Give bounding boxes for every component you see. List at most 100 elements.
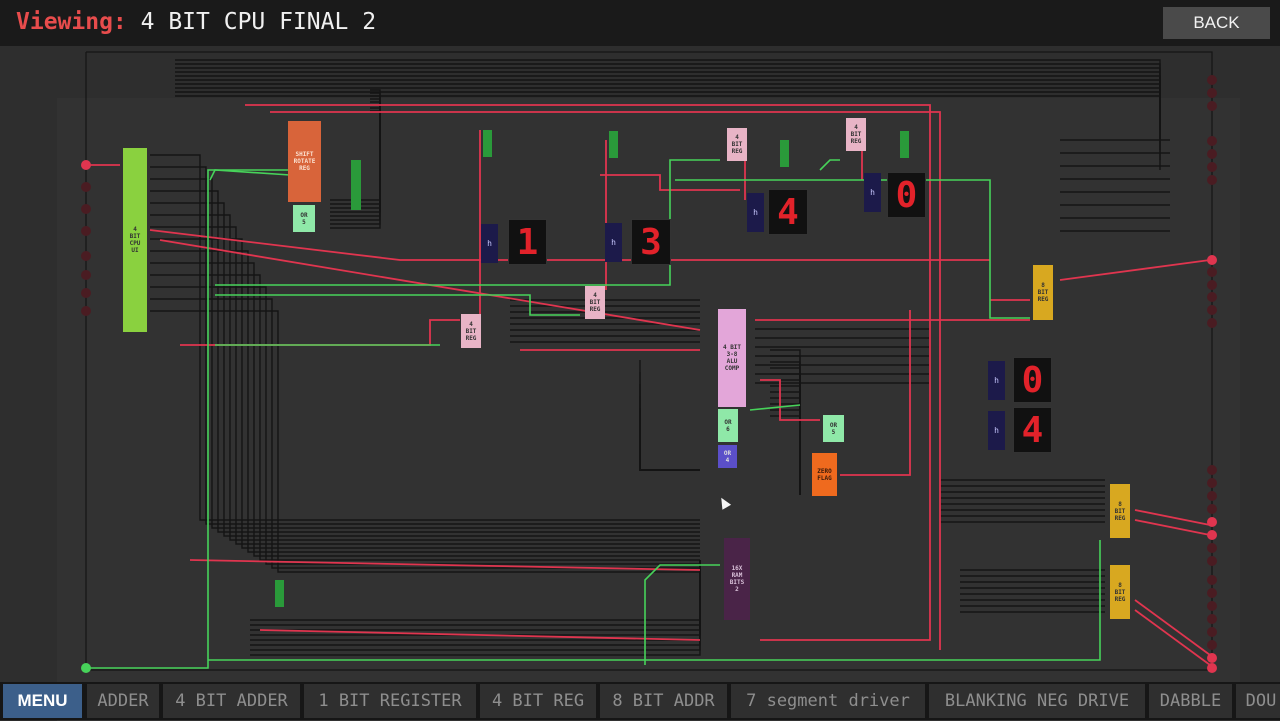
hex-decoder-chip[interactable]: h: [605, 223, 622, 262]
tab-8-bit-addr[interactable]: 8 BIT ADDR: [600, 684, 727, 718]
wire: [175, 91, 1161, 160]
splitter-chip[interactable]: [900, 131, 909, 158]
wire: [770, 385, 801, 495]
wire: [250, 560, 701, 636]
menu-tab[interactable]: MENU: [3, 684, 82, 718]
wire: [150, 214, 700, 541]
wire: [1134, 599, 1211, 656]
output-pin: [1207, 255, 1217, 265]
zero-flag-chip[interactable]: ZERO FLAG: [812, 453, 837, 496]
splitter-chip[interactable]: [351, 160, 361, 210]
output-pin: [1207, 653, 1217, 663]
output-pin: [1207, 318, 1217, 328]
wire: [1059, 259, 1211, 281]
circuit-canvas[interactable]: [0, 0, 1280, 682]
output-pin: [1207, 292, 1217, 302]
output-pin: [1207, 101, 1217, 111]
seven-segment-display: 0: [887, 172, 926, 218]
splitter-chip[interactable]: [609, 131, 618, 158]
hex-decoder-chip[interactable]: h: [864, 173, 881, 212]
wire: [209, 169, 291, 181]
wire: [755, 328, 931, 563]
wire: [755, 364, 931, 575]
wire: [770, 361, 801, 495]
hex-decoder-chip[interactable]: h: [988, 411, 1005, 450]
wire: [250, 560, 701, 651]
ram-chip[interactable]: 16X RAM BITS 2: [724, 538, 750, 620]
wire: [840, 310, 911, 476]
output-pin: [1207, 491, 1217, 501]
output-pin: [1207, 136, 1217, 146]
wire: [250, 560, 701, 656]
output-register-chip[interactable]: 8 BIT REG: [1033, 265, 1053, 320]
wire: [755, 355, 931, 572]
wire: [755, 337, 931, 566]
wire: [270, 111, 941, 650]
splitter-chip[interactable]: [483, 130, 492, 157]
wire: [639, 360, 700, 471]
wire: [250, 560, 701, 646]
wire: [180, 319, 460, 346]
tab-4-bit-adder[interactable]: 4 BIT ADDER: [163, 684, 300, 718]
tab-dabble[interactable]: DABBLE: [1149, 684, 1232, 718]
output-pin: [1207, 175, 1217, 185]
output-pin: [1207, 465, 1217, 475]
wire: [149, 229, 990, 261]
or6-chip[interactable]: OR 6: [718, 409, 738, 442]
wire: [175, 75, 1161, 120]
wire: [639, 372, 700, 471]
tab-blanking-neg-drive[interactable]: BLANKING NEG DRIVE: [929, 684, 1145, 718]
wire: [770, 379, 801, 495]
tab-dou[interactable]: DOU: [1236, 684, 1280, 718]
right-register-2-chip[interactable]: 8 BIT REG: [1110, 565, 1130, 619]
input-pin: [81, 251, 91, 261]
wire: [175, 95, 1161, 170]
seven-segment-display: 4: [768, 189, 808, 235]
wire: [770, 403, 801, 495]
tab-adder[interactable]: ADDER: [87, 684, 159, 718]
output-pin: [1207, 640, 1217, 650]
tab-7-segment-driver[interactable]: 7 segment driver: [731, 684, 925, 718]
output-pin: [1207, 149, 1217, 159]
register-d-chip[interactable]: 4 BIT REG: [846, 118, 866, 151]
hex-decoder-chip[interactable]: h: [988, 361, 1005, 400]
wire: [639, 384, 700, 471]
output-pin: [1207, 530, 1217, 540]
right-register-1-chip[interactable]: 8 BIT REG: [1110, 484, 1130, 538]
register-c-chip[interactable]: 4 BIT REG: [727, 128, 747, 161]
seven-segment-display: 4: [1013, 407, 1052, 453]
wire: [770, 355, 801, 495]
wire: [175, 87, 1161, 150]
tab-4-bit-reg[interactable]: 4 BIT REG: [480, 684, 596, 718]
clock-pin: [81, 663, 91, 673]
output-pin: [1207, 575, 1217, 585]
wire: [1134, 609, 1211, 666]
wire: [150, 250, 700, 553]
wire: [639, 444, 700, 471]
input-pin: [81, 288, 91, 298]
or5-top-chip[interactable]: OR 5: [293, 205, 315, 232]
hex-decoder-chip[interactable]: h: [481, 224, 498, 263]
output-pin: [1207, 305, 1217, 315]
splitter-chip[interactable]: [275, 580, 284, 607]
wire: [150, 286, 700, 565]
register-a-chip[interactable]: 4 BIT REG: [461, 314, 481, 348]
tab-1-bit-register[interactable]: 1 BIT REGISTER: [304, 684, 476, 718]
hex-decoder-chip[interactable]: h: [747, 193, 764, 232]
splitter-chip[interactable]: [780, 140, 789, 167]
or4-chip[interactable]: OR 4: [718, 445, 737, 468]
output-pin: [1207, 517, 1217, 527]
output-pin: [1207, 162, 1217, 172]
or5-right-chip[interactable]: OR 5: [823, 415, 844, 442]
wire: [639, 408, 700, 471]
input-pin: [81, 306, 91, 316]
output-pin: [1207, 614, 1217, 624]
cpu-main-chip[interactable]: 4 BIT CPU UI: [123, 148, 147, 332]
wire: [819, 159, 840, 171]
seven-segment-display: 3: [631, 219, 671, 265]
wire: [639, 432, 700, 471]
input-pin: [81, 160, 91, 170]
shift-rotate-chip[interactable]: SHIFT ROTATE REG: [288, 121, 321, 202]
alu-chip[interactable]: 4 BIT 3-8 ALU COMP: [718, 309, 746, 407]
register-b-chip[interactable]: 4 BIT REG: [585, 286, 605, 319]
